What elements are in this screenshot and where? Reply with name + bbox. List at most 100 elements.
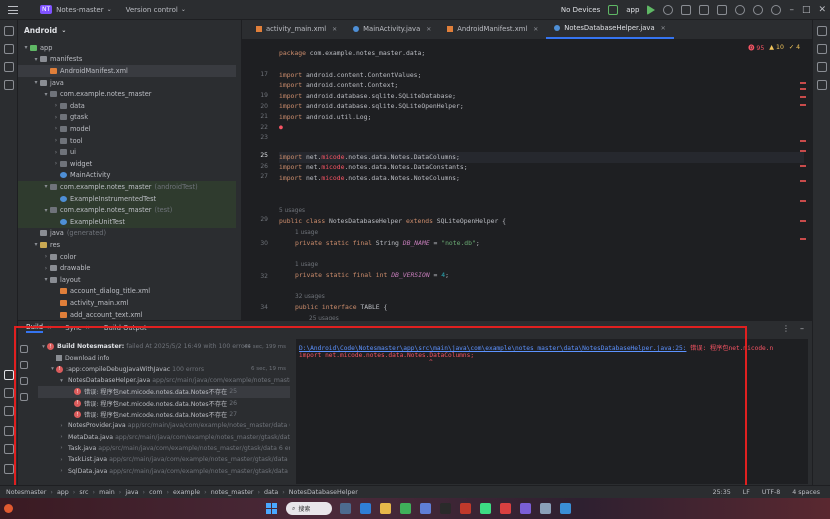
breadcrumb-item[interactable]: notes_master bbox=[211, 489, 254, 496]
android-studio-icon[interactable] bbox=[480, 503, 491, 514]
build-tree-item[interactable]: › TaskList.java app/src/main/java/com/exam… bbox=[38, 454, 290, 466]
tree-toggle-icon[interactable]: › bbox=[42, 265, 50, 272]
tree-item[interactable]: ExampleUnitTest bbox=[18, 216, 236, 228]
error-stripe[interactable] bbox=[800, 40, 808, 320]
build-tab[interactable]: Sync bbox=[65, 324, 81, 332]
tree-item[interactable]: activity_main.xml bbox=[18, 297, 236, 309]
close-tab-icon[interactable]: ✕ bbox=[533, 26, 538, 33]
task-view-icon[interactable] bbox=[340, 503, 351, 514]
more-icon[interactable] bbox=[4, 80, 14, 90]
usages-hint[interactable]: 32 usages bbox=[295, 292, 325, 303]
tree-toggle-icon[interactable]: › bbox=[58, 434, 65, 440]
app-icon[interactable] bbox=[420, 503, 431, 514]
tree-item[interactable]: › tool bbox=[18, 135, 236, 147]
sync-icon[interactable] bbox=[681, 5, 692, 15]
tree-toggle-icon[interactable]: › bbox=[58, 423, 65, 429]
breadcrumb-item[interactable]: data bbox=[264, 489, 278, 496]
tree-item[interactable]: › color bbox=[18, 251, 236, 263]
logcat-icon[interactable] bbox=[4, 388, 14, 398]
build-tree-item[interactable]: Download info bbox=[38, 352, 290, 364]
tree-item[interactable]: ▾ com.example.notes_master (test) bbox=[18, 204, 236, 216]
build-tree-item[interactable]: ▾! Build Notesmaster: failed At 2025/5/2 1… bbox=[38, 341, 290, 353]
breadcrumb-item[interactable]: NotesDatabaseHelper bbox=[289, 489, 358, 496]
tree-toggle-icon[interactable]: › bbox=[52, 114, 60, 121]
minimize-icon[interactable]: – bbox=[789, 5, 794, 15]
debug-icon[interactable] bbox=[663, 5, 674, 15]
app-icon[interactable] bbox=[460, 503, 471, 514]
todo-icon[interactable] bbox=[4, 426, 14, 436]
chevron-down-icon[interactable]: ⌄ bbox=[107, 6, 112, 13]
git-icon[interactable] bbox=[4, 464, 14, 474]
eye-icon[interactable] bbox=[20, 393, 28, 401]
settings-icon[interactable] bbox=[753, 5, 764, 15]
tree-item[interactable]: › drawable bbox=[18, 262, 236, 274]
editor-tab[interactable]: AndroidManifest.xml ✕ bbox=[439, 19, 546, 39]
tree-item[interactable]: ▾ app bbox=[18, 42, 236, 54]
tree-toggle-icon[interactable]: ▾ bbox=[22, 44, 30, 51]
gemini-icon[interactable] bbox=[817, 80, 827, 90]
error-file-link[interactable]: D:\Android\Code\Notesmaster\app\src\main… bbox=[299, 345, 686, 352]
breadcrumb-item[interactable]: main bbox=[99, 489, 115, 496]
stop-icon[interactable] bbox=[20, 361, 28, 369]
vcs-widget[interactable]: Version control bbox=[126, 6, 178, 14]
line-separator[interactable]: LF bbox=[743, 489, 750, 496]
tree-toggle-icon[interactable]: ▾ bbox=[42, 183, 50, 190]
avatar[interactable] bbox=[771, 5, 782, 15]
settings-icon[interactable] bbox=[540, 503, 551, 514]
close-tab-icon[interactable]: ✕ bbox=[661, 25, 666, 32]
build-tree-item[interactable]: › Task.java app/src/main/java/com/example/… bbox=[38, 443, 290, 455]
search-icon[interactable] bbox=[735, 5, 746, 15]
breadcrumb-item[interactable]: java bbox=[125, 489, 138, 496]
tree-item[interactable]: › gtask bbox=[18, 112, 236, 124]
wps-icon[interactable] bbox=[500, 503, 511, 514]
tree-item[interactable]: MainActivity bbox=[18, 170, 236, 182]
tree-item[interactable]: ▾ manifests bbox=[18, 54, 236, 66]
more-options-icon[interactable]: ⋮ bbox=[782, 324, 790, 333]
app-icon[interactable] bbox=[560, 503, 571, 514]
tree-item[interactable]: ▾ com.example.notes_master (androidTest) bbox=[18, 181, 236, 193]
tree-toggle-icon[interactable]: ▾ bbox=[32, 79, 40, 86]
build-tree-item[interactable]: ▾ NotesDatabaseHelper.java app/src/main/ja… bbox=[38, 375, 290, 387]
tree-toggle-icon[interactable]: ▾ bbox=[42, 91, 50, 98]
close-tab-icon[interactable]: ✕ bbox=[47, 325, 51, 331]
chevron-down-icon[interactable]: ⌄ bbox=[181, 6, 186, 13]
project-view-selector[interactable]: Android ⌄ bbox=[18, 20, 241, 40]
breadcrumb-item[interactable]: src bbox=[79, 489, 88, 496]
pin-icon[interactable] bbox=[20, 377, 28, 385]
device-selector[interactable]: No Devices bbox=[561, 6, 600, 14]
tree-toggle-icon[interactable]: ▾ bbox=[42, 276, 50, 283]
tree-item[interactable]: › widget bbox=[18, 158, 236, 170]
tree-toggle-icon[interactable]: › bbox=[52, 160, 60, 167]
tree-item[interactable]: ExampleInstrumentedTest bbox=[18, 192, 236, 205]
windows-start-icon[interactable] bbox=[266, 503, 277, 514]
tree-toggle-icon[interactable]: › bbox=[52, 149, 60, 156]
device-manager-icon[interactable] bbox=[717, 5, 728, 15]
commit-icon[interactable] bbox=[4, 44, 14, 54]
minimize-panel-icon[interactable]: – bbox=[800, 324, 804, 333]
build-tree-item[interactable]: ! 错误: 程序包net.micode.notes.data.Notes不存在 26 bbox=[38, 398, 290, 410]
structure-icon[interactable] bbox=[4, 62, 14, 72]
tree-toggle-icon[interactable]: ▾ bbox=[42, 207, 50, 214]
tree-toggle-icon[interactable]: ▾ bbox=[58, 378, 65, 384]
app-quality-icon[interactable] bbox=[4, 406, 14, 416]
profile-icon[interactable] bbox=[699, 5, 710, 15]
gradle-icon[interactable] bbox=[817, 44, 827, 54]
build-tab[interactable]: Build Output bbox=[104, 324, 147, 332]
build-tree-item[interactable]: ▾!:app:compileDebugJavaWithJavac 100 erro… bbox=[38, 364, 290, 376]
edge-icon[interactable] bbox=[360, 503, 371, 514]
file-encoding[interactable]: UTF-8 bbox=[762, 489, 780, 496]
explorer-icon[interactable] bbox=[380, 503, 391, 514]
tree-item[interactable]: java (generated) bbox=[18, 228, 236, 240]
tree-item[interactable]: ▾ com.example.notes_master bbox=[18, 88, 236, 100]
app-icon[interactable] bbox=[520, 503, 531, 514]
tree-toggle-icon[interactable]: › bbox=[52, 125, 60, 132]
build-tab[interactable]: Build bbox=[26, 323, 44, 333]
editor-tab[interactable]: MainActivity.java ✕ bbox=[345, 19, 439, 39]
close-tab-icon[interactable]: ✕ bbox=[332, 26, 337, 33]
tree-toggle-icon[interactable]: ▾ bbox=[49, 366, 56, 372]
notifications-icon[interactable] bbox=[817, 26, 827, 36]
tree-toggle-icon[interactable]: › bbox=[58, 445, 65, 451]
caret-position[interactable]: 25:35 bbox=[713, 489, 731, 496]
bulb-icon[interactable]: ● bbox=[279, 122, 283, 133]
usages-hint[interactable]: 1 usage bbox=[295, 260, 318, 271]
